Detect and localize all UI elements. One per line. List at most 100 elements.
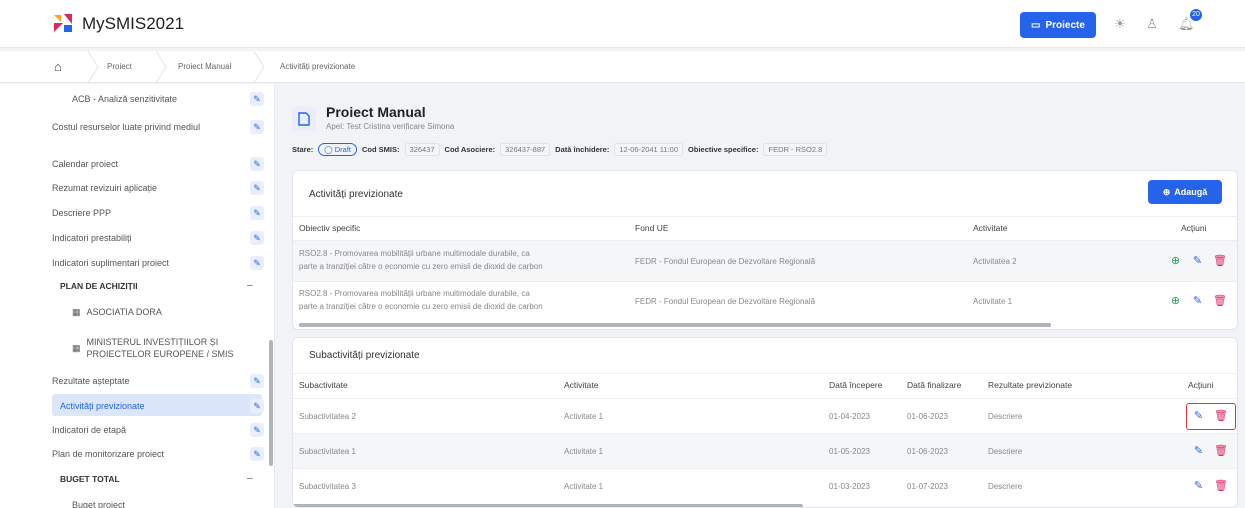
horizontal-scrollbar[interactable] bbox=[299, 323, 1051, 327]
home-icon[interactable]: ⌂ bbox=[54, 59, 62, 74]
column-header[interactable]: Activitate bbox=[564, 380, 599, 390]
status-badge: ◯ Draft bbox=[318, 143, 358, 156]
sidebar-item[interactable]: ▦ ASOCIATIA DORA bbox=[72, 306, 252, 318]
app-title[interactable]: MySMIS2021 bbox=[82, 14, 184, 34]
collapse-icon[interactable]: – bbox=[247, 473, 253, 484]
breadcrumb-current: Activități previzionate bbox=[280, 62, 356, 71]
edit-icon[interactable]: ✎ bbox=[250, 399, 264, 413]
sidebar-item[interactable]: Buget proiect bbox=[72, 499, 252, 508]
column-header[interactable]: Fond UE bbox=[635, 223, 669, 233]
sidebar-item[interactable]: Indicatori suplimentari proiect ✎ bbox=[52, 256, 264, 270]
delete-icon[interactable]: 🗑︎ bbox=[1214, 410, 1228, 423]
edit-icon[interactable]: ✎ bbox=[250, 256, 264, 270]
cell-activitate: Activitate 1 bbox=[564, 412, 604, 421]
edit-icon[interactable]: ✎ bbox=[250, 157, 264, 171]
meta-label: Stare: bbox=[292, 145, 314, 154]
column-header: Acțiuni bbox=[1188, 380, 1214, 390]
sidebar-item-label: Plan de monitorizare proiect bbox=[52, 449, 165, 459]
breadcrumb-item[interactable]: Proiect Manual bbox=[178, 62, 231, 71]
sidebar-section-title[interactable]: PLAN DE ACHIZIȚII bbox=[60, 281, 138, 291]
divider bbox=[293, 373, 1237, 374]
sidebar-item[interactable]: ACB - Analiză senzitivitate ✎ bbox=[52, 92, 264, 106]
cell-end: 01-07-2023 bbox=[907, 482, 948, 491]
sidebar-item[interactable]: Calendar proiect ✎ bbox=[52, 157, 264, 171]
delete-icon[interactable]: 🗑︎ bbox=[1213, 295, 1227, 308]
collapse-icon[interactable]: – bbox=[247, 280, 253, 291]
cell-obiectiv: parte a tranziției către o economie cu z… bbox=[299, 302, 543, 311]
sun-icon[interactable]: ☀ bbox=[1112, 16, 1128, 32]
edit-icon[interactable]: ✎ bbox=[1191, 255, 1204, 268]
edit-icon[interactable]: ✎ bbox=[250, 447, 264, 461]
table-row[interactable] bbox=[293, 434, 1237, 468]
breadcrumb-item[interactable]: Proiect bbox=[107, 62, 132, 71]
column-header[interactable]: Activitate bbox=[973, 223, 1008, 233]
page-subtitle: Apel: Test Cristina verificare Simona bbox=[326, 122, 455, 131]
column-header[interactable]: Rezultate previzionate bbox=[988, 380, 1072, 390]
sidebar-item[interactable]: Indicatori de etapă ✎ bbox=[52, 423, 264, 437]
cell-rezultate: Descriere bbox=[988, 447, 1023, 456]
column-header[interactable]: Subactivitate bbox=[299, 380, 348, 390]
sidebar-item-label: Indicatori suplimentari proiect bbox=[52, 258, 170, 268]
edit-icon[interactable]: ✎ bbox=[1192, 445, 1205, 458]
sidebar-item-label: Buget proiect bbox=[72, 500, 126, 508]
sidebar-item[interactable]: Rezumat revizuiri aplicație ✎ bbox=[52, 181, 264, 195]
sidebar-item-label: ACB - Analiză senzitivitate bbox=[72, 94, 178, 104]
cell-end: 01-06-2023 bbox=[907, 412, 948, 421]
cell-fond: FEDR - Fondul European de Dezvoltare Reg… bbox=[635, 297, 816, 306]
delete-icon[interactable]: 🗑︎ bbox=[1214, 445, 1228, 458]
table-row[interactable] bbox=[293, 399, 1237, 433]
sidebar-item[interactable]: Indicatori prestabiliți ✎ bbox=[52, 231, 264, 245]
sidebar-scrollbar[interactable] bbox=[269, 340, 273, 466]
column-header: Acțiuni bbox=[1181, 223, 1207, 233]
meta-label: Obiective specifice: bbox=[688, 145, 759, 154]
add-button-label: Adaugă bbox=[1174, 187, 1208, 197]
cell-subactivitate: Subactivitatea 3 bbox=[299, 482, 356, 491]
sidebar-item-label: Rezumat revizuiri aplicație bbox=[52, 183, 158, 193]
projects-button[interactable]: ▭ Proiecte bbox=[1020, 12, 1096, 38]
column-header[interactable]: Obiectiv specific bbox=[299, 223, 360, 233]
sidebar-item[interactable]: Costul resurselor luate privind mediul ✎ bbox=[52, 120, 264, 134]
column-header[interactable]: Dată finalizare bbox=[907, 380, 961, 390]
edit-icon[interactable]: ✎ bbox=[1192, 410, 1205, 423]
edit-icon[interactable]: ✎ bbox=[250, 92, 264, 106]
edit-icon[interactable]: ✎ bbox=[1192, 480, 1205, 493]
cell-rezultate: Descriere bbox=[988, 482, 1023, 491]
delete-icon[interactable]: 🗑︎ bbox=[1214, 480, 1228, 493]
edit-icon[interactable]: ✎ bbox=[250, 181, 264, 195]
chevron-right-icon bbox=[87, 51, 99, 83]
edit-icon[interactable]: ✎ bbox=[250, 423, 264, 437]
edit-icon[interactable]: ✎ bbox=[250, 206, 264, 220]
add-icon[interactable]: ⊕ bbox=[1169, 295, 1182, 308]
sidebar-section-title[interactable]: BUGET TOTAL bbox=[60, 474, 120, 484]
cell-activitate: Activitate 1 bbox=[564, 482, 604, 491]
sidebar-item-label: MINISTERUL INVESTIȚIILOR ȘI PROIECTELOR … bbox=[86, 337, 234, 359]
top-bar: MySMIS2021 ▭ Proiecte ☀ ♙ 🔔︎ 20 bbox=[0, 0, 1245, 48]
notification-badge: 20 bbox=[1190, 9, 1202, 21]
cell-end: 01-06-2023 bbox=[907, 447, 948, 456]
sidebar-item[interactable]: Plan de monitorizare proiect ✎ bbox=[52, 447, 264, 461]
plus-circle-icon: ⊕ bbox=[1162, 186, 1171, 197]
sidebar-item[interactable]: Rezultate așteptate ✎ bbox=[52, 374, 264, 388]
cell-obiectiv: parte a tranziției către o economie cu z… bbox=[299, 262, 543, 271]
cell-subactivitate: Subactivitatea 1 bbox=[299, 447, 356, 456]
sidebar-item[interactable]: Descriere PPP ✎ bbox=[52, 206, 264, 220]
edit-icon[interactable]: ✎ bbox=[1191, 295, 1204, 308]
column-header[interactable]: Dată începere bbox=[829, 380, 882, 390]
edit-icon[interactable]: ✎ bbox=[250, 120, 264, 134]
document-icon: ▭ bbox=[1031, 19, 1041, 31]
subactivitati-card: Subactivități previzionate Subactivitate… bbox=[292, 337, 1238, 508]
app-logo[interactable] bbox=[52, 12, 74, 34]
horizontal-scrollbar[interactable] bbox=[293, 504, 803, 507]
user-icon[interactable]: ♙ bbox=[1144, 16, 1160, 32]
sidebar-item-active[interactable]: Activități previzionate ✎ bbox=[52, 399, 264, 413]
add-button[interactable]: ⊕ Adaugă bbox=[1148, 180, 1222, 204]
edit-icon[interactable]: ✎ bbox=[250, 231, 264, 245]
status-value: Draft bbox=[334, 145, 352, 154]
edit-icon[interactable]: ✎ bbox=[250, 374, 264, 388]
cell-subactivitate: Subactivitatea 2 bbox=[299, 412, 356, 421]
add-icon[interactable]: ⊕ bbox=[1169, 255, 1182, 268]
sidebar-item[interactable]: ▦ MINISTERUL INVESTIȚIILOR ȘI PROIECTELOR… bbox=[72, 336, 252, 360]
building-icon: ▦ bbox=[72, 342, 81, 353]
delete-icon[interactable]: 🗑︎ bbox=[1213, 255, 1227, 268]
sidebar-item-label: Costul resurselor luate privind mediul bbox=[52, 122, 201, 132]
